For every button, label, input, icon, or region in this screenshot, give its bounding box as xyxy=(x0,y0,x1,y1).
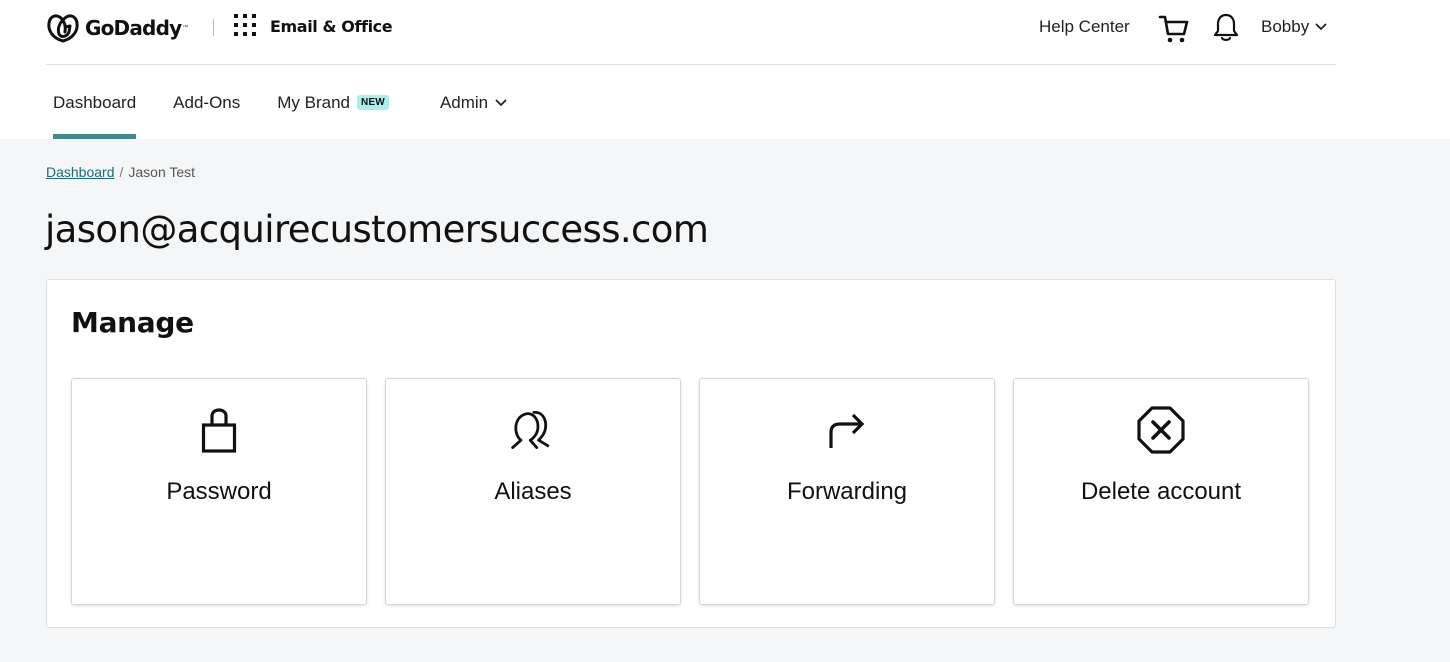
nav-tab-my-brand[interactable]: My Brand NEW xyxy=(270,66,396,139)
bell-icon[interactable] xyxy=(1212,12,1240,42)
delete-account-card[interactable]: Delete account xyxy=(1013,378,1309,605)
forwarding-card[interactable]: Forwarding xyxy=(699,378,995,605)
help-center-link[interactable]: Help Center xyxy=(1039,17,1130,37)
header: GoDaddy ™ Email & Office Help Center Bobb… xyxy=(46,0,1336,65)
main-nav: Dashboard Add-Ons My Brand NEW Admin xyxy=(46,66,537,139)
nav-tab-label: Dashboard xyxy=(53,92,137,112)
nav-tab-add-ons[interactable]: Add-Ons xyxy=(166,66,247,139)
nav-tab-dashboard[interactable]: Dashboard xyxy=(46,66,143,139)
card-label: Password xyxy=(166,478,272,505)
breadcrumb-separator: / xyxy=(119,164,124,180)
godaddy-logo-icon xyxy=(47,14,79,43)
new-badge: NEW xyxy=(357,95,389,110)
top-bar: GoDaddy ™ Email & Office Help Center Bobb… xyxy=(0,0,1450,139)
nav-tab-label: My Brand xyxy=(277,92,351,112)
apps-grid-icon[interactable] xyxy=(234,14,258,38)
lock-icon xyxy=(194,405,244,455)
nav-tab-admin[interactable]: Admin xyxy=(433,66,514,139)
manage-title: Manage xyxy=(71,306,194,339)
password-card[interactable]: Password xyxy=(71,378,367,605)
chevron-down-icon xyxy=(495,99,507,106)
cart-icon[interactable] xyxy=(1158,12,1190,44)
breadcrumb: Dashboard / Jason Test xyxy=(46,164,195,180)
page-title: jason@acquirecustomersuccess.com xyxy=(45,208,709,251)
breadcrumb-link-dashboard[interactable]: Dashboard xyxy=(46,164,115,180)
manage-panel: Manage Password Aliases Forwarding Delet… xyxy=(46,279,1336,628)
users-icon xyxy=(508,405,558,455)
user-menu[interactable]: Bobby xyxy=(1261,17,1327,37)
brand-name: GoDaddy xyxy=(85,16,182,40)
forward-arrow-icon xyxy=(822,405,872,455)
chevron-down-icon xyxy=(1315,23,1327,31)
godaddy-logo[interactable]: GoDaddy ™ xyxy=(46,12,188,44)
nav-tab-label: Admin xyxy=(439,92,489,112)
product-name[interactable]: Email & Office xyxy=(270,17,393,36)
breadcrumb-current: Jason Test xyxy=(128,164,196,180)
aliases-card[interactable]: Aliases xyxy=(385,378,681,605)
header-divider xyxy=(213,19,214,36)
user-name: Bobby xyxy=(1261,17,1310,36)
trademark: ™ xyxy=(182,25,189,31)
card-label: Forwarding xyxy=(786,478,908,505)
card-label: Delete account xyxy=(1080,478,1242,505)
nav-tab-label: Add-Ons xyxy=(173,92,241,112)
delete-octagon-icon xyxy=(1136,405,1186,455)
card-label: Aliases xyxy=(494,478,572,505)
